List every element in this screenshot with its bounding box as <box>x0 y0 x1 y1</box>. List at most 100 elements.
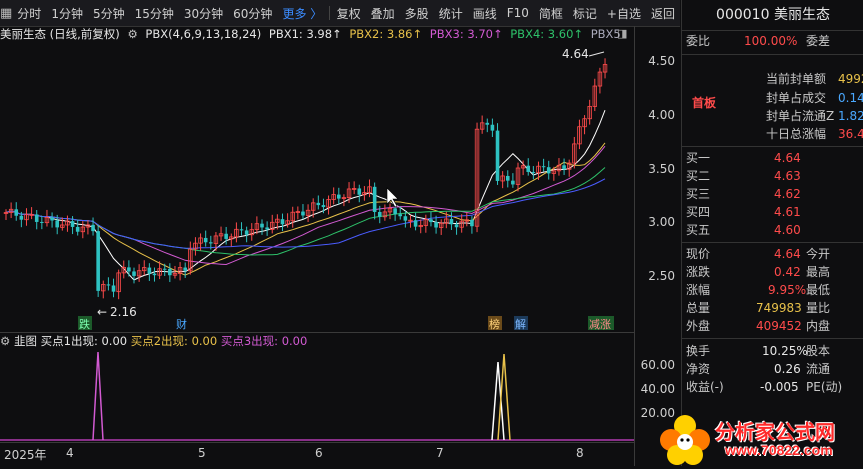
pbx2-value: PBX2: 3.86↑ <box>349 27 422 41</box>
tab-60min[interactable]: 60分钟 <box>228 5 277 22</box>
candle-body <box>301 212 305 216</box>
seal-value: 0.14 <box>838 89 863 107</box>
quote-right-label: 最高 <box>806 263 830 281</box>
sub-settings-icon[interactable]: ⚙ <box>0 334 10 348</box>
watermark-logo: 分析家公式网 www.70822.com <box>655 412 863 466</box>
candle-body <box>107 284 111 285</box>
candle-body <box>491 125 495 131</box>
candle-body <box>398 214 402 216</box>
pbx4-value: PBX4: 3.60↑ <box>510 27 583 41</box>
add-watchlist-button[interactable]: +自选 <box>602 5 646 22</box>
candle-body <box>168 269 172 275</box>
candle-body <box>35 214 39 222</box>
settings-icon[interactable]: ⚙ <box>127 27 137 41</box>
candle-body <box>91 225 95 231</box>
seal-value: 36.47 <box>838 125 863 143</box>
candle-body <box>209 242 213 243</box>
mark-button[interactable]: 标记 <box>568 5 602 22</box>
flower-logo-icon <box>655 412 715 466</box>
bid-price: 4.61 <box>774 203 801 221</box>
event-label-cai: 财 <box>176 317 187 331</box>
candle-body <box>511 181 515 185</box>
stat-label: 换手 <box>686 344 710 358</box>
candle-body <box>55 220 59 227</box>
candle-body <box>357 188 361 194</box>
kline-chart[interactable]: 4.64 2.16 ← 跌 财 榜 解 减涨 <box>0 42 634 332</box>
quote-label: 涨幅 <box>686 283 710 297</box>
overlay-button[interactable]: 叠加 <box>366 5 400 22</box>
mouse-cursor-icon <box>387 188 398 207</box>
candle-body <box>127 267 131 271</box>
quote-right-label: 最低 <box>806 281 830 299</box>
candle-body <box>240 229 244 230</box>
date-label: 8 <box>576 446 584 460</box>
buy-point-1: 买点1出现: 0.00 <box>41 334 127 348</box>
candle-body <box>153 274 157 276</box>
pbx3-value: PBX3: 3.70↑ <box>430 27 503 41</box>
candle-body <box>542 166 546 167</box>
price-tick: 3.00 <box>648 215 675 229</box>
price-tick: 4.50 <box>648 54 675 68</box>
fuquan-button[interactable]: 复权 <box>332 5 366 22</box>
date-axis: 2025年 4 5 6 7 8 <box>0 442 634 467</box>
stock-name: 美丽生态 (日线,前复权) <box>0 27 120 41</box>
draw-line-button[interactable]: 画线 <box>468 5 502 22</box>
bid-label: 买三 <box>686 187 710 201</box>
candle-body <box>485 123 489 125</box>
quote-label: 涨跌 <box>686 265 710 279</box>
tab-30min[interactable]: 30分钟 <box>179 5 228 22</box>
seal-label: 十日总涨幅 <box>766 125 826 143</box>
quote-value: 409452 <box>756 317 802 335</box>
quote-value: 4.64 <box>774 245 801 263</box>
indicator-name[interactable]: PBX(4,6,9,13,18,24) <box>145 27 261 41</box>
back-button[interactable]: 返回 <box>646 5 680 22</box>
multi-stock-button[interactable]: 多股 <box>400 5 434 22</box>
tab-fenshi[interactable]: 分时 <box>12 5 46 22</box>
candle-body <box>532 172 536 173</box>
bid-price: 4.64 <box>774 149 801 167</box>
buy-signal-spike <box>498 354 510 440</box>
event-label-jianzhang: 减涨 <box>589 318 611 331</box>
grid-icon[interactable]: ▦ <box>0 6 12 21</box>
tab-5min[interactable]: 5分钟 <box>88 5 130 22</box>
sub-tick: 40.00 <box>641 382 675 396</box>
high-price-label: 4.64 <box>562 47 589 61</box>
event-label-die: 跌 <box>79 317 90 331</box>
candle-body <box>414 220 418 226</box>
buy-point-3: 买点3出现: 0.00 <box>221 334 307 348</box>
candle-body <box>260 224 264 228</box>
candle-body <box>183 268 187 271</box>
stats-button[interactable]: 统计 <box>434 5 468 22</box>
f10-button[interactable]: F10 <box>502 6 534 20</box>
candle-body <box>40 222 44 223</box>
tab-15min[interactable]: 15分钟 <box>130 5 179 22</box>
simple-frame-button[interactable]: 简框 <box>534 5 568 22</box>
candle-body <box>434 222 438 227</box>
sub-chart[interactable] <box>0 348 634 442</box>
quote-value: 749983 <box>756 299 802 317</box>
collapse-icon[interactable]: ◨ <box>617 27 627 40</box>
weicha-label: 委差 <box>806 32 830 50</box>
stat-label: 收益(-) <box>686 380 724 394</box>
event-label-bang: 榜 <box>489 317 500 331</box>
sub-indicator-name[interactable]: 韭图 <box>14 334 37 348</box>
seal-label: 封单占成交 <box>766 89 826 107</box>
stat-label: 净资 <box>686 362 710 376</box>
candle-body <box>373 187 377 212</box>
date-label: 4 <box>66 446 74 460</box>
high-arrow-icon <box>589 52 604 56</box>
logo-name: 分析家公式网 <box>715 416 835 445</box>
tab-1min[interactable]: 1分钟 <box>46 5 88 22</box>
candle-body <box>20 216 24 220</box>
price-axis: 4.50 4.00 3.50 3.00 2.50 60.00 40.00 20.… <box>634 26 681 466</box>
candle-body <box>562 165 566 169</box>
seal-label: 当前封单额 <box>766 70 826 88</box>
seal-label: 封单占流通Z <box>766 107 834 125</box>
quote-label: 外盘 <box>686 319 710 333</box>
candle-body <box>50 217 54 220</box>
more-button[interactable]: 更多 〉 <box>277 5 327 22</box>
candle-body <box>265 227 269 229</box>
pbx1-value: PBX1: 3.98↑ <box>269 27 342 41</box>
stat-right-label: PE(动) <box>806 378 842 396</box>
bid-label: 买五 <box>686 223 710 237</box>
